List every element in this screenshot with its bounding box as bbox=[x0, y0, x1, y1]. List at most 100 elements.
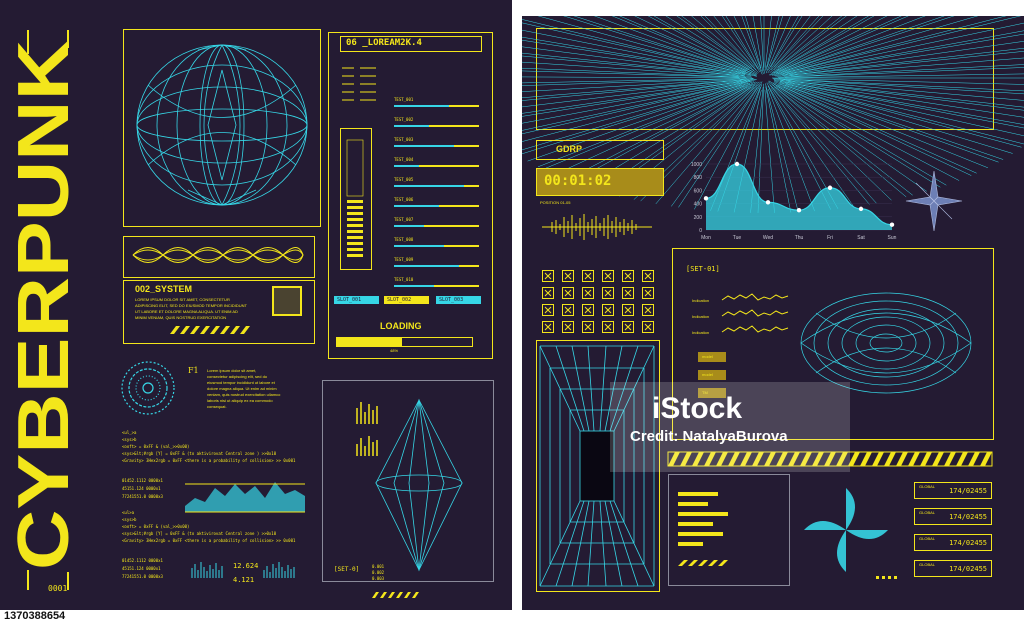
checkbox[interactable] bbox=[622, 270, 634, 282]
warp-speed-icon bbox=[522, 16, 1024, 213]
checkbox[interactable] bbox=[642, 270, 654, 282]
checkbox[interactable] bbox=[562, 287, 574, 299]
checkbox[interactable] bbox=[622, 287, 634, 299]
checkbox[interactable] bbox=[562, 321, 574, 333]
warp-line bbox=[784, 84, 1004, 160]
slot-3[interactable]: SLOT_003 bbox=[436, 296, 481, 304]
y-tick-label: 200 bbox=[694, 215, 703, 221]
warp-line bbox=[725, 16, 759, 70]
timer: 00:01:02 bbox=[544, 173, 612, 189]
test-bars bbox=[394, 105, 479, 287]
checkbox[interactable] bbox=[542, 304, 554, 316]
indication-label: Indication bbox=[692, 330, 710, 335]
data-point bbox=[796, 208, 802, 213]
badge-label: GLOBAL bbox=[919, 536, 936, 541]
hazard-stripes bbox=[170, 326, 250, 334]
number-line: 45151.124 0000x1 bbox=[122, 566, 161, 571]
loading-bar bbox=[336, 337, 473, 347]
checkbox[interactable] bbox=[642, 304, 654, 316]
hazard-stripes-2 bbox=[372, 592, 419, 598]
data-point bbox=[765, 200, 771, 205]
badge-label: GLOBAL bbox=[919, 484, 936, 489]
data-point bbox=[703, 196, 709, 201]
checkbox[interactable] bbox=[582, 304, 594, 316]
slot-2[interactable]: SLOT_002 bbox=[384, 296, 429, 304]
y-tick-label: 1000 bbox=[691, 162, 702, 168]
checkbox[interactable] bbox=[622, 304, 634, 316]
checkbox[interactable] bbox=[602, 287, 614, 299]
indication-sparklines bbox=[721, 293, 789, 333]
checkbox[interactable] bbox=[562, 270, 574, 282]
pinwheel-icon bbox=[804, 488, 888, 572]
circular-radar-icon bbox=[121, 361, 175, 415]
x-tick-label: Fri bbox=[827, 235, 833, 241]
audio-wave-icon bbox=[542, 214, 652, 240]
number-line: 77241551.0 0000x3 bbox=[122, 574, 163, 579]
checkbox[interactable] bbox=[642, 321, 654, 333]
code-line: <ooft> = 0xFF & (val_>>0x00) bbox=[122, 444, 190, 449]
system-text-3: UT LABORE ET DOLORE MAGNA ALIQUA. UT ENI… bbox=[135, 309, 238, 314]
position-label: POSITION 01-05 bbox=[540, 200, 571, 205]
warp-line bbox=[782, 41, 1024, 76]
waveform-icon bbox=[132, 247, 304, 263]
global-badge: GLOBAL 174/02455 bbox=[914, 534, 992, 551]
system-text-4: MINIM VENIAM, QUIS NOSTRUD EXERCITATION bbox=[135, 315, 227, 320]
badge-value: 174/02455 bbox=[949, 513, 987, 521]
x-tick-label: Mon bbox=[701, 235, 711, 241]
checkbox[interactable] bbox=[562, 304, 574, 316]
area-wave-icon bbox=[185, 482, 305, 513]
x-tick-label: Sun bbox=[888, 235, 897, 241]
checkbox[interactable] bbox=[602, 304, 614, 316]
indication-label: Indication bbox=[692, 298, 710, 303]
footer-code: 0001 bbox=[48, 584, 68, 593]
f1-text-3: eiusmod tempor incididunt ut labore et bbox=[207, 380, 275, 385]
code-line: <sys>&lt;#rgb [Y] = 0xFF & (to aktivirov… bbox=[122, 451, 277, 456]
warp-line bbox=[774, 80, 1022, 148]
warp-line bbox=[522, 78, 748, 92]
code-line: <ul_>a bbox=[122, 430, 137, 435]
x-tick-label: Thu bbox=[795, 235, 804, 241]
series-area bbox=[706, 164, 892, 230]
number-line: 45151.124 0000x1 bbox=[122, 486, 161, 491]
indication-label: Indication bbox=[692, 314, 710, 319]
checkbox[interactable] bbox=[602, 270, 614, 282]
set-label: [SET-0] bbox=[334, 566, 360, 573]
set-label-right: [SET-01] bbox=[686, 265, 720, 273]
stat-b: 4.121 bbox=[233, 576, 255, 584]
warp-line bbox=[773, 78, 1024, 111]
data-point bbox=[734, 161, 740, 167]
loading-percent: 48% bbox=[390, 348, 399, 353]
level-meter-bars bbox=[346, 139, 364, 257]
f1-text-4: dolore magna aliqua. Ut enim ad minim bbox=[207, 386, 277, 391]
f1-label: F1 bbox=[188, 366, 199, 375]
warp-line bbox=[522, 77, 754, 84]
warp-line bbox=[522, 46, 745, 76]
checkbox[interactable] bbox=[582, 270, 594, 282]
global-badge: GLOBAL 174/02455 bbox=[914, 482, 992, 499]
checkbox[interactable] bbox=[582, 287, 594, 299]
checkbox[interactable] bbox=[602, 321, 614, 333]
checkbox[interactable] bbox=[642, 287, 654, 299]
code-line: <sys>b bbox=[122, 517, 137, 522]
checkbox[interactable] bbox=[582, 321, 594, 333]
number-line: 01452.1112 0000x1 bbox=[122, 478, 163, 483]
left-panel: CYBERPUNK 0001 002_SYSTEM LOREM IPSUM DO… bbox=[0, 0, 512, 610]
code-line: <Gravity> 3Hex2rgb = 0xFF <there is a pr… bbox=[122, 458, 296, 463]
code-line: <sys>b bbox=[122, 437, 137, 442]
warp-line bbox=[522, 29, 745, 75]
compass-star-icon bbox=[905, 170, 963, 232]
f1-text-2: consectetur adipiscing elit, sed do bbox=[207, 374, 268, 379]
checkbox[interactable] bbox=[542, 287, 554, 299]
y-tick-label: 600 bbox=[694, 188, 703, 194]
warp-line bbox=[787, 30, 1024, 75]
checkbox[interactable] bbox=[622, 321, 634, 333]
id-row: 0.002 bbox=[372, 570, 385, 575]
mini-bars-icon bbox=[191, 562, 223, 578]
data-point bbox=[858, 206, 864, 212]
stock-id: 1370388654 bbox=[4, 610, 66, 622]
checkbox[interactable] bbox=[542, 321, 554, 333]
warp-line bbox=[773, 16, 843, 71]
warp-line bbox=[681, 16, 755, 71]
slot-1[interactable]: SLOT_001 bbox=[334, 296, 379, 304]
checkbox[interactable] bbox=[542, 270, 554, 282]
